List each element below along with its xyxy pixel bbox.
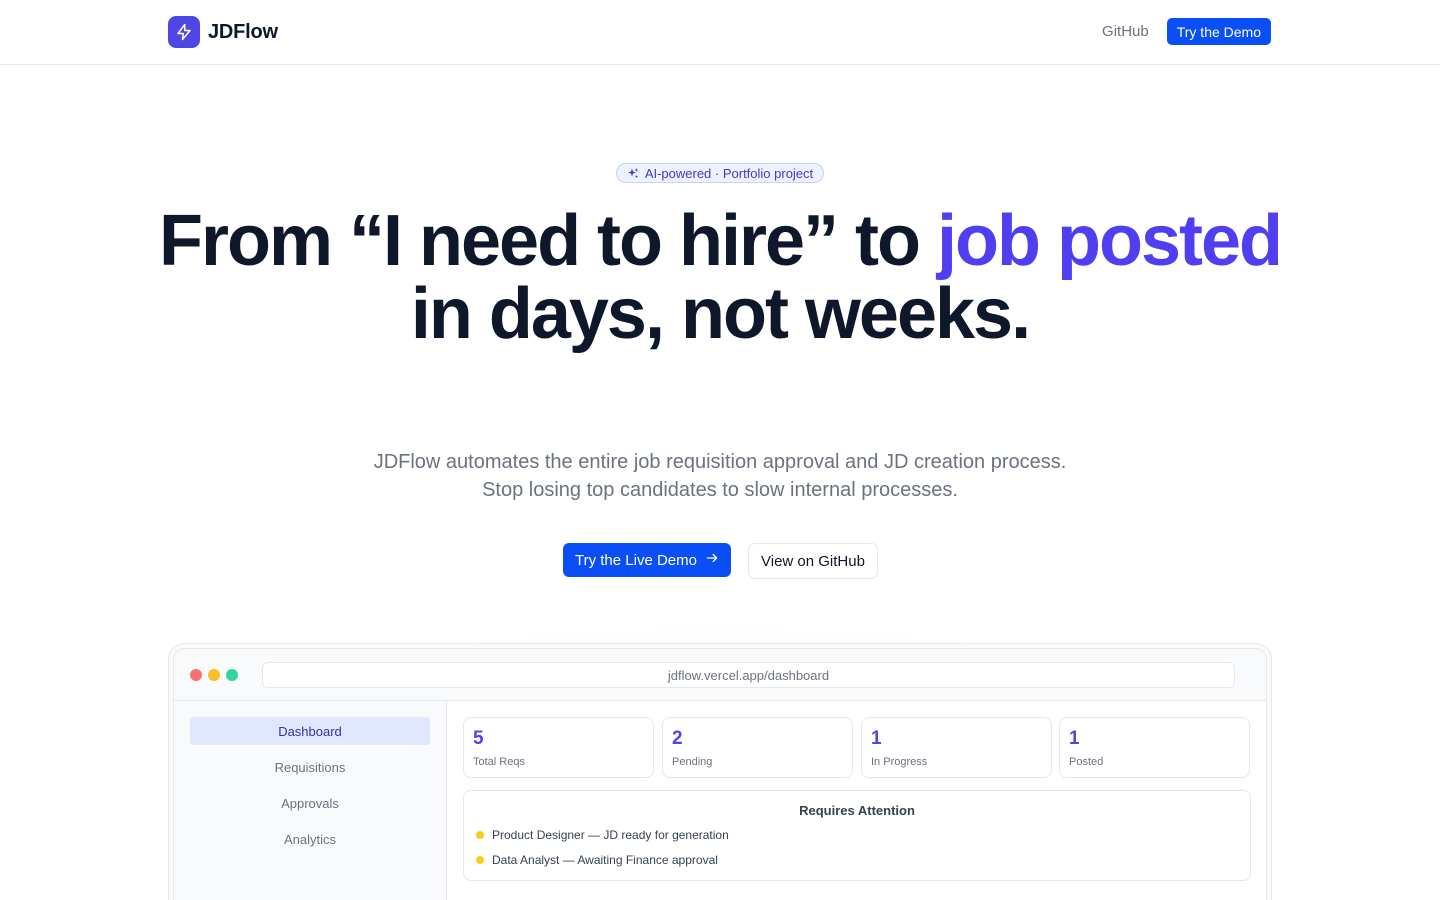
sidebar-item-requisitions: Requisitions [274, 759, 346, 775]
view-github-button[interactable]: View on GitHub [748, 543, 878, 579]
stat-value: 1 [1069, 728, 1080, 749]
brand-name: JDFlow [208, 20, 278, 43]
status-dot [476, 856, 484, 864]
arrow-right-icon [705, 551, 719, 569]
hero-headline: From “I need to hire” to job posted in da… [0, 205, 1440, 351]
hero-actions: Try the Live Demo View on GitHub [563, 543, 878, 579]
stat-card-in-progress: 1 In Progress [861, 717, 1052, 778]
top-navigation: JDFlow GitHub Try the Demo [0, 0, 1440, 65]
sidebar-item-dashboard: Dashboard [190, 717, 430, 745]
preview-sidebar: Dashboard Requisitions Approvals Analyti… [174, 701, 447, 900]
lightning-bolt-icon [168, 16, 200, 48]
window-maximize-dot [226, 669, 238, 681]
attention-item: Product Designer — JD ready for generati… [476, 828, 729, 842]
stat-card-total-reqs: 5 Total Reqs [463, 717, 654, 778]
sidebar-item-analytics: Analytics [283, 831, 337, 847]
brand[interactable]: JDFlow [168, 16, 278, 48]
stat-card-pending: 2 Pending [662, 717, 853, 778]
window-close-dot [190, 669, 202, 681]
window-minimize-dot [208, 669, 220, 681]
headline-accent: job posted [937, 201, 1283, 281]
hero-subtitle: JDFlow automates the entire job requisit… [373, 451, 1067, 501]
headline-part-1: From “I need to hire” to [158, 201, 938, 281]
stat-label: Posted [1069, 756, 1104, 768]
sidebar-item-approvals: Approvals [281, 795, 339, 811]
dashboard-preview: jdflow.vercel.app/dashboard Dashboard Re… [173, 648, 1267, 900]
attention-title: Requires Attention [799, 803, 915, 818]
headline-part-2: in days, not weeks. [410, 274, 1031, 354]
stat-value: 1 [871, 728, 882, 749]
stat-value: 2 [672, 728, 683, 749]
stat-label: Pending [672, 756, 713, 768]
try-demo-button[interactable]: Try the Demo [1166, 18, 1271, 45]
browser-chrome: jdflow.vercel.app/dashboard [174, 649, 1266, 701]
attention-item-text: Product Designer — JD ready for generati… [492, 828, 729, 842]
attention-item: Data Analyst — Awaiting Finance approval [476, 853, 718, 867]
attention-item-text: Data Analyst — Awaiting Finance approval [492, 853, 718, 867]
try-live-demo-label: Try the Live Demo [575, 551, 697, 569]
url-bar: jdflow.vercel.app/dashboard [262, 662, 1235, 688]
github-link[interactable]: GitHub [1102, 23, 1149, 40]
status-dot [476, 831, 484, 839]
stat-card-posted: 1 Posted [1059, 717, 1250, 778]
stat-value: 5 [473, 728, 484, 749]
stat-label: In Progress [871, 756, 928, 768]
stat-label: Total Reqs [473, 756, 525, 768]
sparkles-icon [627, 167, 639, 179]
header-actions: GitHub Try the Demo [1102, 18, 1271, 45]
try-live-demo-button[interactable]: Try the Live Demo [563, 543, 731, 577]
badge-text: AI-powered · Portfolio project [644, 165, 814, 181]
hero-badge: AI-powered · Portfolio project [616, 163, 824, 183]
requires-attention-panel: Requires Attention Product Designer — JD… [463, 790, 1251, 881]
